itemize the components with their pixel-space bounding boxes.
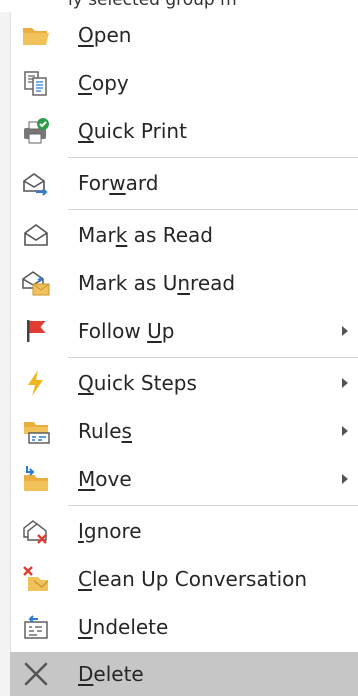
- menu-item-label: Undelete: [78, 615, 169, 639]
- submenu-arrow-icon: [342, 378, 348, 388]
- quick-print-icon: [20, 115, 52, 147]
- delete-x-icon: [20, 658, 52, 690]
- menu-item-forward[interactable]: Forward: [10, 160, 358, 206]
- menu-separator: [68, 209, 358, 210]
- menu-separator: [68, 157, 358, 158]
- copy-icon: [20, 67, 52, 99]
- menu-item-label: Forward: [78, 171, 159, 195]
- menu-item-ignore[interactable]: Ignore: [10, 508, 358, 554]
- forward-icon: [20, 167, 52, 199]
- submenu-arrow-icon: [342, 326, 348, 336]
- menu-item-label: Quick Steps: [78, 371, 197, 395]
- menu-item-mark-as-read[interactable]: Mark as Read: [10, 212, 358, 258]
- menu-item-label: Follow Up: [78, 319, 175, 343]
- menu-item-delete[interactable]: Delete: [10, 652, 358, 696]
- menu-item-label: Ignore: [78, 519, 142, 543]
- menu-item-quick-print[interactable]: Quick Print: [10, 108, 358, 154]
- envelope-open-icon: [20, 219, 52, 251]
- menu-item-open[interactable]: Open: [10, 12, 358, 58]
- menu-item-quick-steps[interactable]: Quick Steps: [10, 360, 358, 406]
- menu-item-label: Open: [78, 23, 132, 47]
- menu-item-label: Move: [78, 467, 132, 491]
- move-folder-icon: [20, 463, 52, 495]
- envelope-unread-icon: [20, 267, 52, 299]
- folder-open-icon: [20, 19, 52, 51]
- undelete-icon: [20, 611, 52, 643]
- header-fragment-text: ly selected group m: [68, 0, 237, 10]
- menu-item-copy[interactable]: Copy: [10, 60, 358, 106]
- menu-item-label: Quick Print: [78, 119, 187, 143]
- ignore-icon: [20, 515, 52, 547]
- menu-item-label: Rules: [78, 419, 132, 443]
- menu-item-undelete[interactable]: Undelete: [10, 604, 358, 650]
- menu-item-follow-up[interactable]: Follow Up: [10, 308, 358, 354]
- submenu-arrow-icon: [342, 426, 348, 436]
- submenu-arrow-icon: [342, 474, 348, 484]
- menu-separator: [68, 505, 358, 506]
- menu-item-label: Delete: [78, 662, 144, 686]
- menu-item-label: Clean Up Conversation: [78, 567, 308, 591]
- menu-item-label: Copy: [78, 71, 129, 95]
- header-fragment: ly selected group m: [0, 0, 358, 12]
- menu-item-rules[interactable]: Rules: [10, 408, 358, 454]
- menu-item-move[interactable]: Move: [10, 456, 358, 502]
- menu-item-mark-as-unread[interactable]: Mark as Unread: [10, 260, 358, 306]
- menu-item-clean-up-conversation[interactable]: Clean Up Conversation: [10, 556, 358, 602]
- menu-item-label: Mark as Unread: [78, 271, 236, 295]
- menu-separator: [68, 357, 358, 358]
- lightning-icon: [20, 367, 52, 399]
- context-menu: Open Copy Quick Print Forward Mark as Re…: [0, 12, 358, 696]
- rules-icon: [20, 415, 52, 447]
- menu-item-label: Mark as Read: [78, 223, 213, 247]
- flag-icon: [20, 315, 52, 347]
- clean-up-icon: [20, 563, 52, 595]
